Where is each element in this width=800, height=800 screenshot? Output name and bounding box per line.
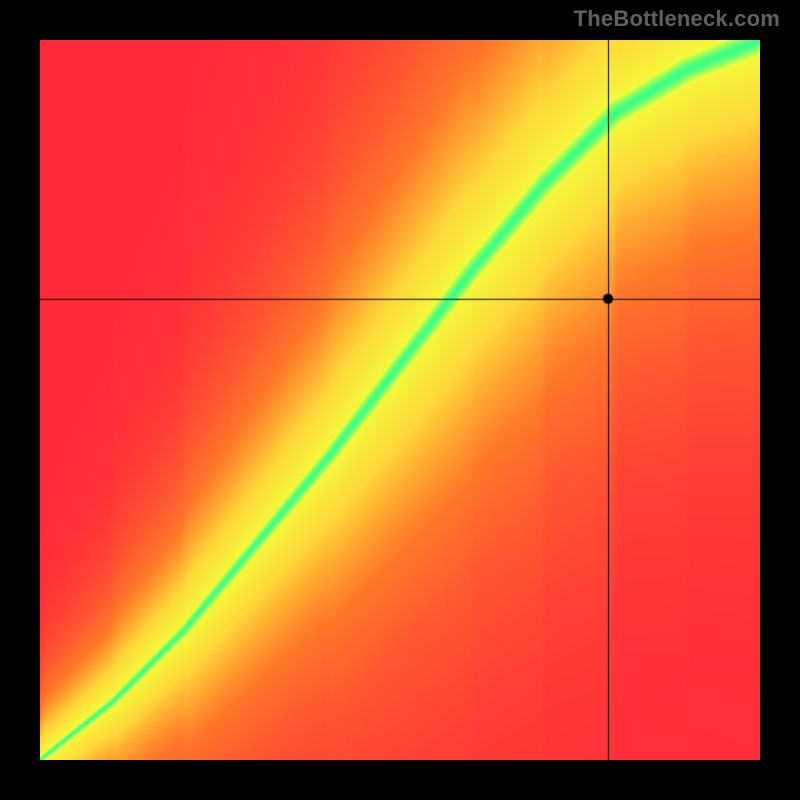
watermark-text: TheBottleneck.com xyxy=(574,6,780,32)
bottleneck-heatmap xyxy=(40,40,760,760)
chart-container xyxy=(40,40,760,760)
